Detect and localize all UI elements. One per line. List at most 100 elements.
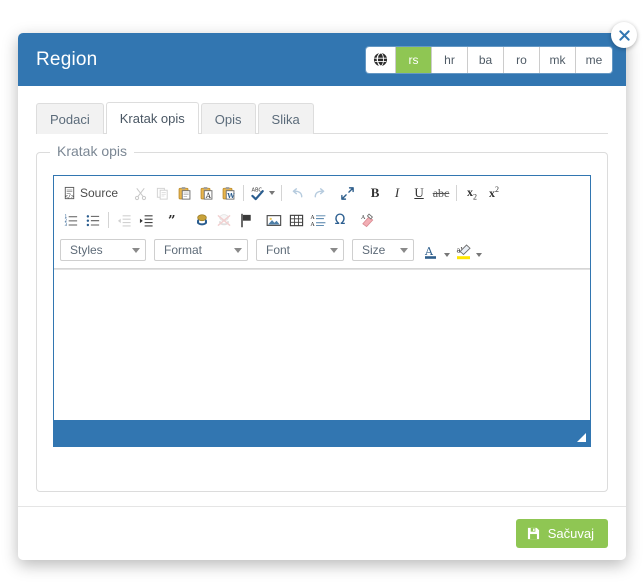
tab-bar: Podaci Kratak opis Opis Slika xyxy=(36,102,608,134)
image-button[interactable] xyxy=(263,209,285,231)
source-icon: </> xyxy=(64,186,75,199)
spell-check-dropdown-arrow[interactable] xyxy=(269,191,276,195)
language-button-me[interactable]: me xyxy=(576,46,612,73)
link-button[interactable] xyxy=(191,209,213,231)
scissors-icon xyxy=(134,187,146,200)
paste-text-icon: A xyxy=(200,186,212,199)
size-dropdown[interactable]: Size xyxy=(352,239,414,261)
tab-kratak-opis[interactable]: Kratak opis xyxy=(105,102,199,134)
source-button[interactable]: </> Source xyxy=(60,182,123,204)
underline-icon: U xyxy=(414,185,424,200)
globe-icon xyxy=(373,52,388,67)
superscript-button[interactable]: x2 xyxy=(483,182,505,204)
language-globe-button[interactable] xyxy=(366,46,396,73)
redo-button[interactable] xyxy=(308,182,330,204)
subscript-button[interactable]: x2 xyxy=(461,182,483,204)
cut-button[interactable] xyxy=(129,182,151,204)
format-dropdown[interactable]: Format xyxy=(154,239,248,261)
table-button[interactable] xyxy=(285,209,307,231)
omega-icon: Ω xyxy=(334,212,346,228)
maximize-button[interactable] xyxy=(336,182,358,204)
special-character-button[interactable]: Ω xyxy=(329,209,351,231)
svg-text:W: W xyxy=(226,192,235,200)
paste-button[interactable] xyxy=(173,182,195,204)
outdent-icon xyxy=(117,214,131,226)
modal-dialog: Region rs hr ba ro mk me Podaci Kratak o… xyxy=(18,22,637,560)
chevron-down-icon xyxy=(444,253,450,257)
maximize-icon xyxy=(340,186,354,200)
svg-text:3: 3 xyxy=(64,222,67,227)
quote-icon: ” xyxy=(167,213,175,228)
chevron-down-icon xyxy=(400,247,408,253)
copy-icon xyxy=(156,187,168,200)
svg-text:A: A xyxy=(310,215,316,221)
styles-dropdown-label: Styles xyxy=(70,243,103,257)
unlink-icon xyxy=(217,213,231,226)
abc-check-icon: ABC xyxy=(251,187,264,200)
bold-button[interactable]: B xyxy=(364,182,386,204)
tab-opis[interactable]: Opis xyxy=(200,103,256,134)
italic-button[interactable]: I xyxy=(386,182,408,204)
link-icon xyxy=(196,213,208,225)
editor-toolbar-row-2: 1 2 3 ” A A Ω A xyxy=(60,207,586,233)
close-button[interactable] xyxy=(611,22,637,48)
svg-text:”: ” xyxy=(167,213,175,228)
editor-footer-bar xyxy=(54,420,590,446)
editor-content-area[interactable] xyxy=(54,269,590,420)
rich-text-editor: </> Source A W ABC B I U abc x2 x2 1 2 3… xyxy=(53,175,591,447)
spell-check-button[interactable]: ABC xyxy=(248,182,277,204)
undo-button[interactable] xyxy=(286,182,308,204)
editor-resize-handle[interactable] xyxy=(577,433,586,442)
text-color-button[interactable]: A xyxy=(422,239,452,261)
paste-from-word-button[interactable]: W xyxy=(217,182,239,204)
font-dropdown-label: Font xyxy=(266,243,291,257)
anchor-button[interactable] xyxy=(235,209,257,231)
language-button-ba[interactable]: ba xyxy=(468,46,504,73)
redo-arrow-icon xyxy=(314,187,324,197)
language-button-mk[interactable]: mk xyxy=(540,46,576,73)
bulleted-list-button[interactable] xyxy=(82,209,104,231)
horizontal-rule-button[interactable]: A A xyxy=(307,209,329,231)
paste-as-plain-text-button[interactable]: A xyxy=(195,182,217,204)
svg-text:</>: </> xyxy=(65,193,74,199)
blockquote-button[interactable]: ” xyxy=(163,209,185,231)
superscript-icon: x2 xyxy=(489,185,500,200)
indent-button[interactable] xyxy=(135,209,157,231)
text-lines-icon: A A xyxy=(310,215,326,228)
language-button-hr[interactable]: hr xyxy=(432,46,468,73)
remove-format-button[interactable]: A xyxy=(357,209,379,231)
background-color-button[interactable]: ab xyxy=(454,239,484,261)
image-icon xyxy=(266,214,282,226)
bulleted-list-icon xyxy=(86,214,99,226)
editor-toolbar-row-3: Styles Format Font Size A xyxy=(60,237,586,263)
svg-text:A: A xyxy=(424,245,434,258)
copy-button[interactable] xyxy=(151,182,173,204)
svg-text:A: A xyxy=(310,222,316,228)
eraser-icon: A xyxy=(360,213,374,227)
underline-button[interactable]: U xyxy=(408,182,430,204)
chevron-down-icon xyxy=(234,247,242,253)
kratak-opis-fieldset: Kratak opis </> Source A W ABC B I U abc… xyxy=(36,143,608,492)
language-switcher: rs hr ba ro mk me xyxy=(366,46,612,73)
close-icon xyxy=(618,29,630,41)
text-color-icon: A xyxy=(424,245,436,259)
background-color-icon: ab xyxy=(457,244,471,260)
chevron-down-icon xyxy=(330,247,338,253)
save-button[interactable]: Sačuvaj xyxy=(515,519,608,548)
floppy-disk-icon xyxy=(527,527,539,540)
indent-icon xyxy=(139,214,153,227)
language-button-ro[interactable]: ro xyxy=(504,46,540,73)
styles-dropdown[interactable]: Styles xyxy=(60,239,146,261)
outdent-button[interactable] xyxy=(113,209,135,231)
numbered-list-button[interactable]: 1 2 3 xyxy=(60,209,82,231)
italic-icon: I xyxy=(394,185,400,200)
unlink-button[interactable] xyxy=(213,209,235,231)
subscript-icon: x2 xyxy=(467,184,478,202)
font-dropdown[interactable]: Font xyxy=(256,239,344,261)
language-button-rs[interactable]: rs xyxy=(396,46,432,73)
strikethrough-button[interactable]: abc xyxy=(430,182,452,204)
tab-podaci[interactable]: Podaci xyxy=(36,103,104,134)
table-icon xyxy=(289,214,303,226)
save-button-label: Sačuvaj xyxy=(547,526,594,541)
tab-slika[interactable]: Slika xyxy=(257,103,314,134)
